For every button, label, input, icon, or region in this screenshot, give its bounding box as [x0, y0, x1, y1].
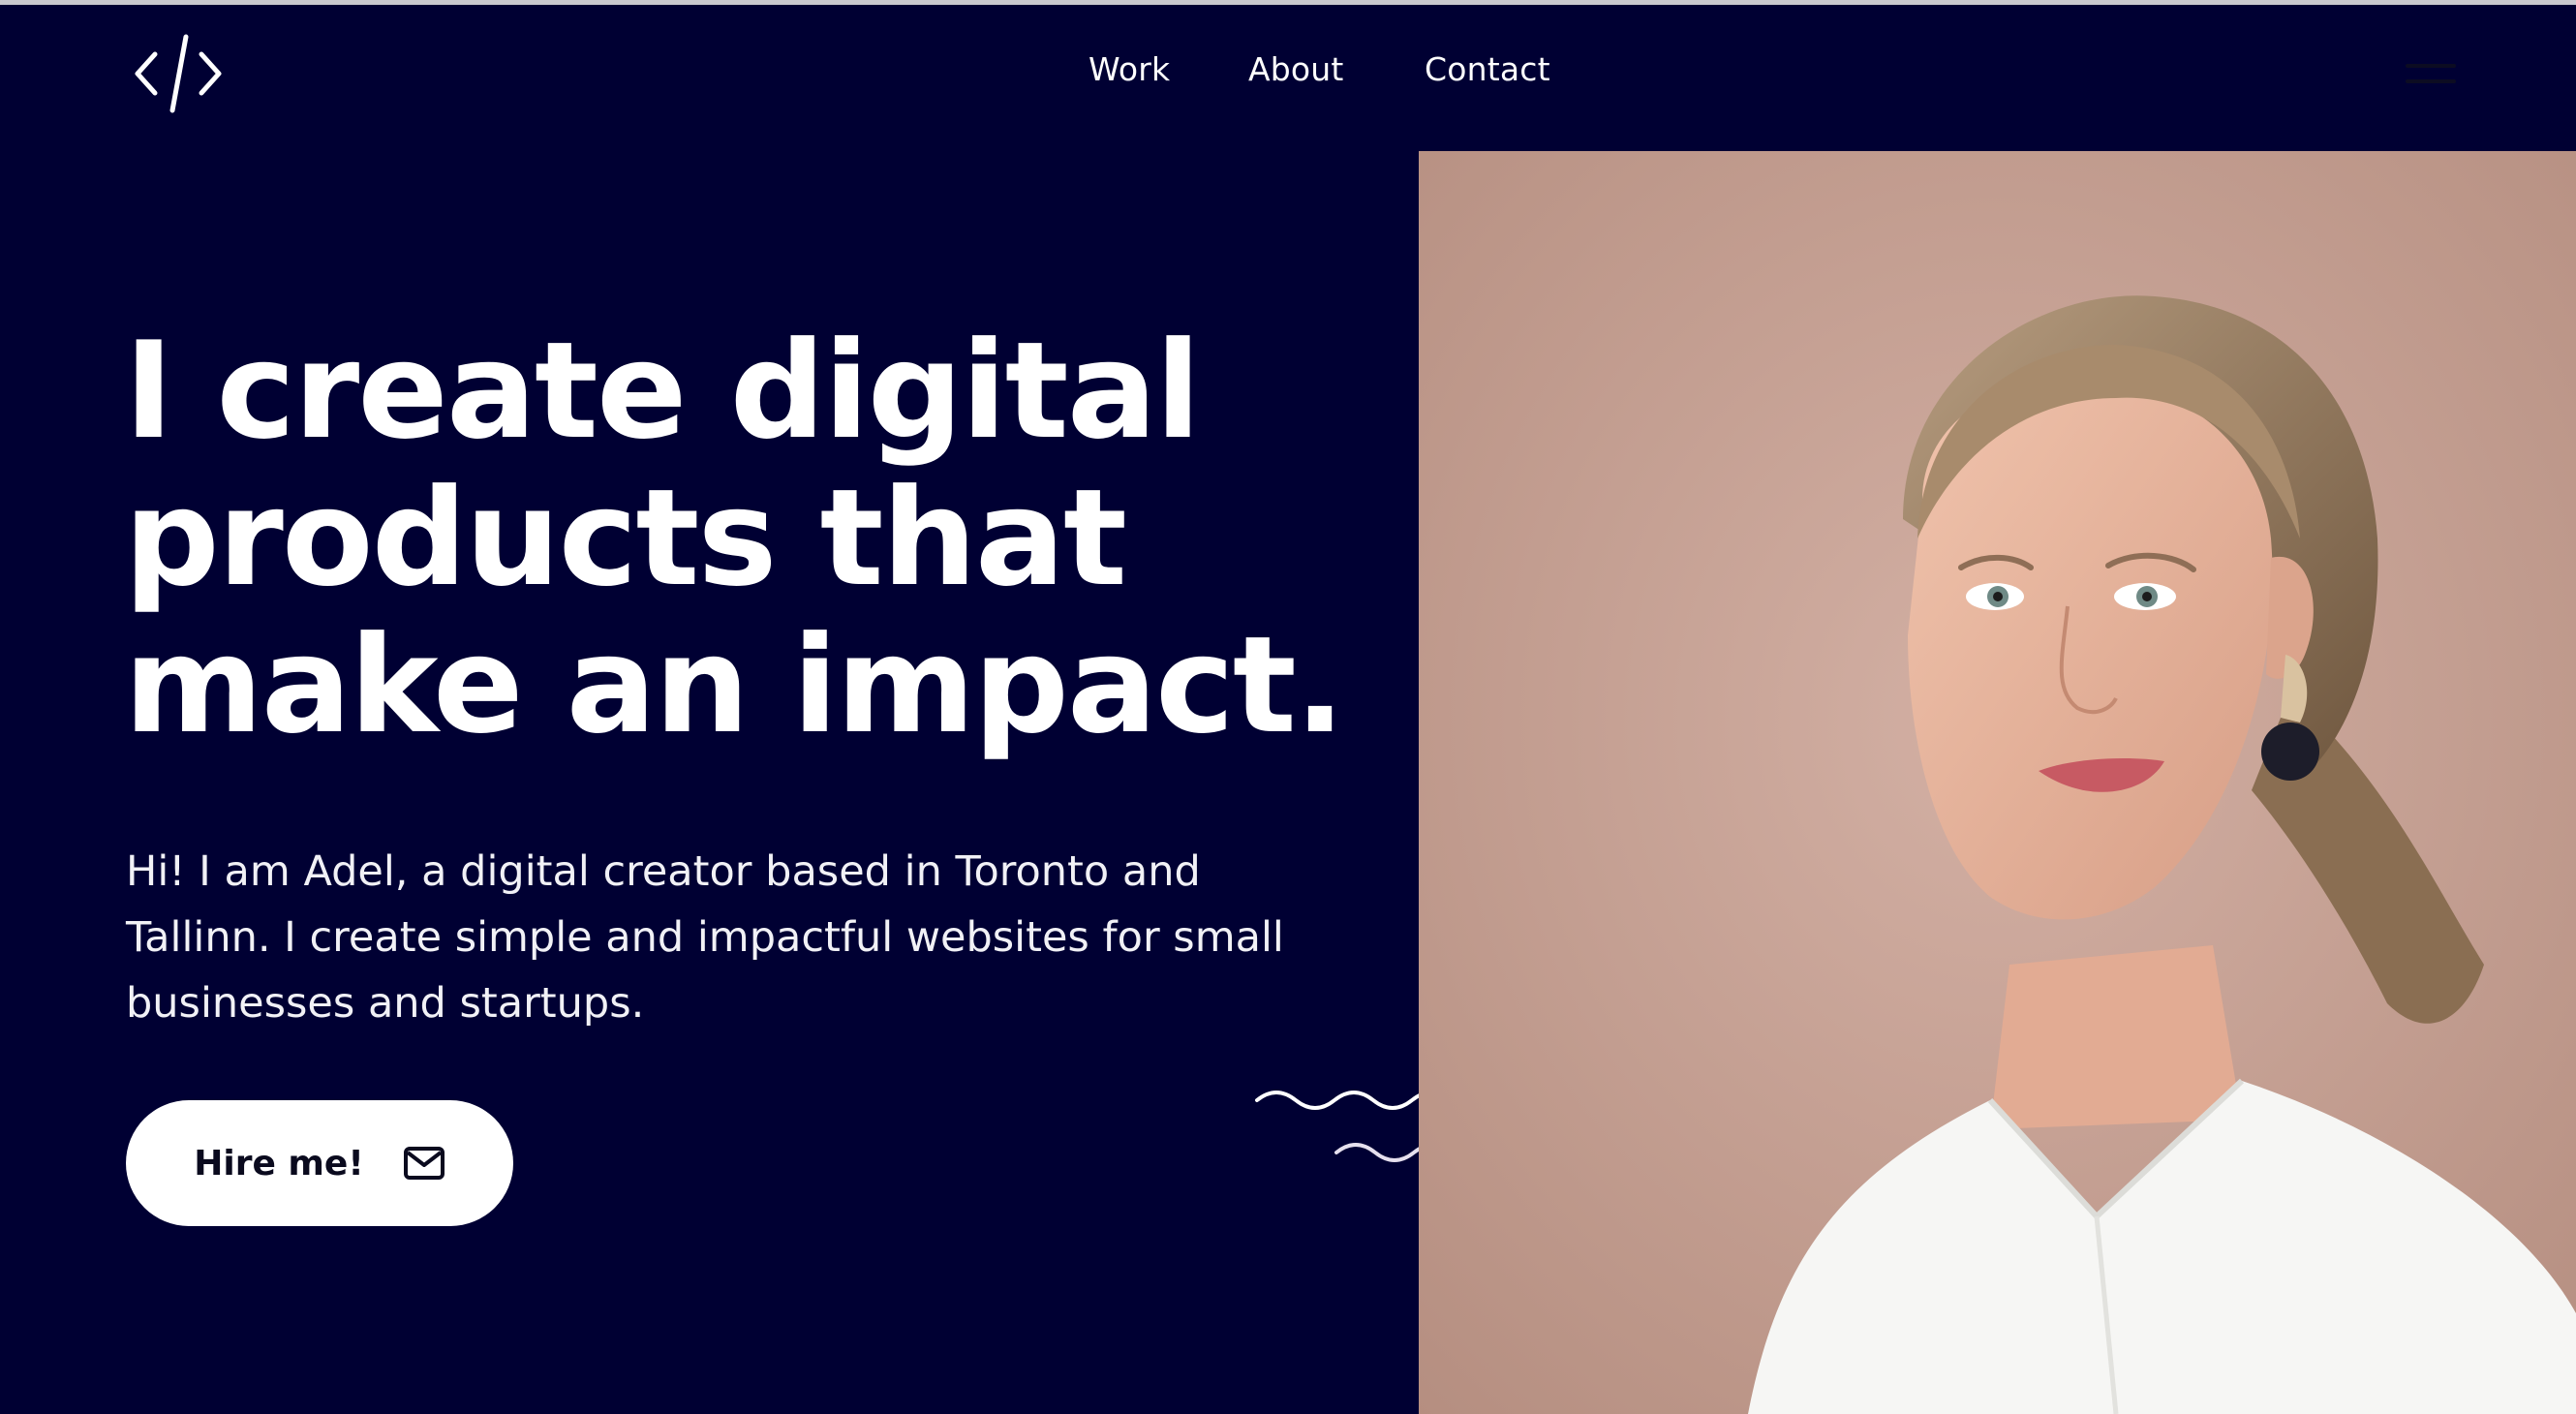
nav-link-contact[interactable]: Contact	[1425, 50, 1550, 88]
mail-icon	[403, 1147, 445, 1180]
menu-line	[2406, 64, 2456, 68]
window-top-border	[0, 0, 2576, 5]
menu-line	[2406, 79, 2456, 83]
nav-link-about[interactable]: About	[1248, 50, 1344, 88]
portrait-illustration	[1419, 151, 2576, 1414]
portrait-photo	[1419, 151, 2576, 1414]
hire-me-button[interactable]: Hire me!	[126, 1100, 513, 1226]
nav-link-work[interactable]: Work	[1089, 50, 1170, 88]
hire-me-label: Hire me!	[194, 1143, 364, 1183]
hamburger-menu-icon[interactable]	[2406, 58, 2456, 89]
main-nav: Work About Contact	[0, 50, 2576, 93]
hero-headline: I create digital products that make an i…	[124, 313, 1345, 763]
hero-intro-text: Hi! I am Adel, a digital creator based i…	[126, 847, 1284, 1028]
